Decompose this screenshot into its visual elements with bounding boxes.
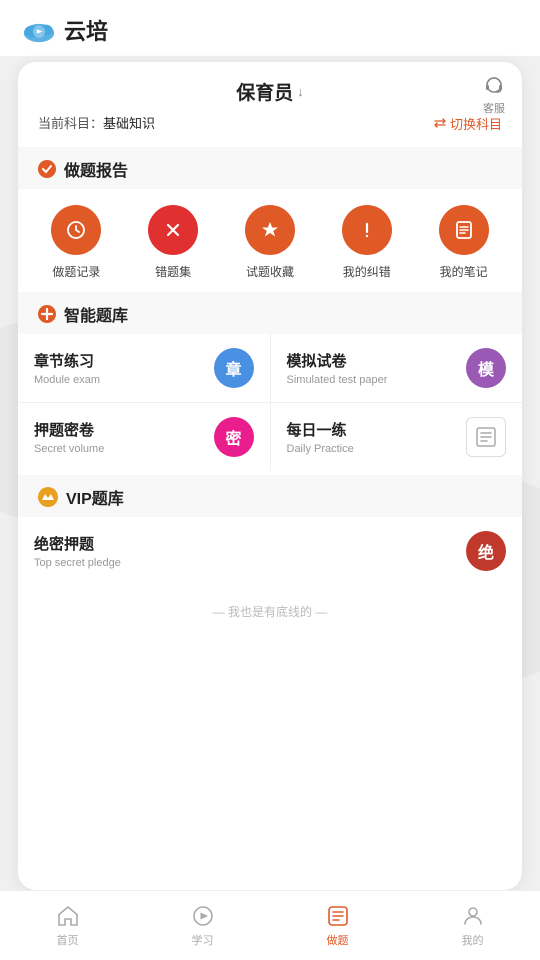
logo-icon [20,16,58,44]
bank-item-mock[interactable]: 模拟试卷 Simulated test paper 模 [271,334,523,402]
secret-title: 押题密卷 [34,419,104,440]
nav-learn[interactable]: 学习 [135,891,270,960]
chapter-badge: 章 [214,348,254,388]
report-section-title: 做题报告 [64,157,128,181]
logo-area: 云培 [20,14,108,46]
bank-item-chapter[interactable]: 章节练习 Module exam 章 [18,334,270,402]
headset-icon [482,74,506,98]
nav-practice[interactable]: 做题 [270,891,405,960]
fav-label: 试题收藏 [246,263,294,280]
subject-prefix: 当前科目：基础知识 [38,116,155,131]
pledge-subtitle: Top secret pledge [34,557,121,569]
nav-profile[interactable]: 我的 [405,891,540,960]
mock-title: 模拟试卷 [287,350,388,371]
customer-service-button[interactable]: 客服 [482,74,506,116]
logo-text: 云培 [64,14,108,46]
app-header: 云培 [0,0,540,56]
nav-practice-label: 做题 [327,932,349,948]
bottom-line: — 我也是有底线的 — [18,585,522,632]
nav-home[interactable]: 首页 [0,891,135,960]
notes-icon-bg [439,205,489,255]
switch-icon [433,116,447,130]
pledge-badge: 绝 [466,531,506,571]
exclaim-icon [356,219,378,241]
fav-icon-bg [245,205,295,255]
record-icon-bg [51,205,101,255]
play-icon [191,904,215,928]
card-title: 保育员 [236,78,293,105]
vip-section-title: VIP题库 [66,485,124,509]
vip-section-icon [38,487,58,507]
quick-actions: 做题记录 错题集 试题收藏 [18,189,522,292]
subject-row: 当前科目：基础知识 切换科目 [18,113,522,147]
vip-item-pledge[interactable]: 绝密押题 Top secret pledge 绝 [18,517,522,585]
nav-home-label: 首页 [57,932,79,948]
bank-section-header: 智能题库 [18,292,522,334]
star-icon [259,219,281,241]
secret-subtitle: Secret volume [34,443,104,455]
pledge-title: 绝密押题 [34,533,121,554]
bank-grid: 章节练习 Module exam 章 模拟试卷 Simulated test p… [18,334,522,471]
correct-icon-bg [342,205,392,255]
record-label: 做题记录 [52,263,100,280]
home-icon [56,904,80,928]
chapter-subtitle: Module exam [34,374,100,386]
bank-section-icon [38,305,56,323]
switch-subject-button[interactable]: 切换科目 [433,114,502,133]
subject-name: 基础知识 [103,116,155,131]
customer-service-label: 客服 [483,100,505,116]
secret-badge: 密 [214,417,254,457]
action-record[interactable]: 做题记录 [51,205,101,280]
report-section-header: 做题报告 [18,147,522,189]
action-correct[interactable]: 我的纠错 [342,205,392,280]
correct-label: 我的纠错 [343,263,391,280]
note-icon [453,219,475,241]
action-favorite[interactable]: 试题收藏 [245,205,295,280]
clock-icon [65,219,87,241]
title-arrow: ↓ [297,84,304,99]
daily-subtitle: Daily Practice [287,443,354,455]
card-header: 保育员 ↓ 客服 [18,62,522,113]
daily-title: 每日一练 [287,419,354,440]
question-icon [326,904,350,928]
vip-section-header: VIP题库 [18,475,522,517]
bank-section-title: 智能题库 [64,302,128,326]
chapter-title: 章节练习 [34,350,100,371]
bank-item-secret[interactable]: 押题密卷 Secret volume 密 [18,403,270,471]
action-notes[interactable]: 我的笔记 [439,205,489,280]
nav-profile-label: 我的 [462,932,484,948]
close-icon [163,220,183,240]
bottom-nav: 首页 学习 做题 我的 [0,890,540,960]
report-section-icon [38,160,56,178]
mock-subtitle: Simulated test paper [287,374,388,386]
wrong-icon-bg [148,205,198,255]
main-card: 保育员 ↓ 客服 当前科目：基础知识 切换科目 [18,62,522,890]
bank-item-daily[interactable]: 每日一练 Daily Practice [271,403,523,471]
nav-learn-label: 学习 [192,932,214,948]
switch-subject-label: 切换科目 [450,114,502,133]
current-subject: 当前科目：基础知识 [38,113,155,133]
daily-badge [466,417,506,457]
mock-badge: 模 [466,348,506,388]
daily-list-icon [474,425,498,449]
person-icon [461,904,485,928]
action-wrong[interactable]: 错题集 [148,205,198,280]
notes-label: 我的笔记 [440,263,488,280]
wrong-label: 错题集 [155,263,191,280]
